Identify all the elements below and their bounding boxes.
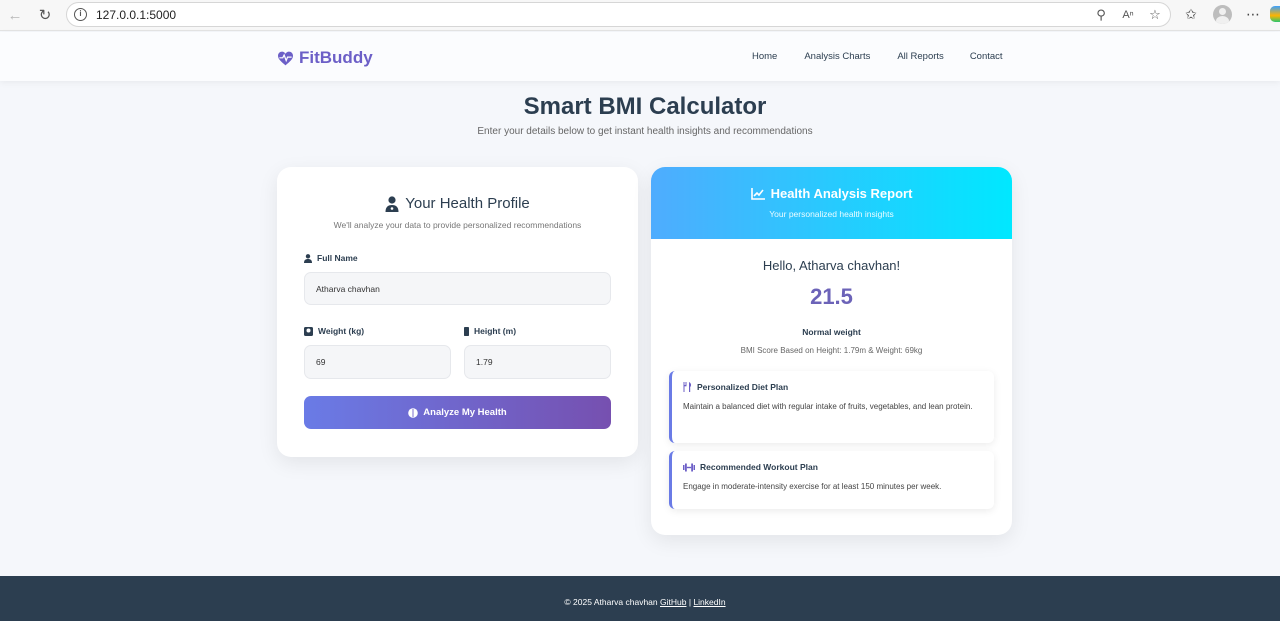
page-title: Smart BMI Calculator — [523, 93, 767, 120]
report-subtitle: Your personalized health insights — [769, 209, 894, 219]
nav-home[interactable]: Home — [752, 51, 777, 62]
more-menu-icon[interactable]: ⋯ — [1244, 5, 1262, 23]
weight-label: Weight (kg) — [304, 326, 364, 336]
heartbeat-icon — [278, 51, 293, 65]
name-label-text: Full Name — [317, 253, 358, 263]
height-label-text: Height (m) — [474, 326, 517, 336]
full-name-input[interactable]: Atharva chavhan — [304, 272, 611, 305]
weight-scale-icon — [304, 326, 313, 336]
name-label: Full Name — [304, 253, 358, 263]
user-icon — [304, 253, 312, 263]
site-info-icon[interactable]: i — [74, 8, 87, 21]
health-report-card: Health Analysis Report Your personalized… — [651, 167, 1012, 535]
page-subtitle: Enter your details below to get instant … — [477, 126, 813, 137]
dumbbell-icon — [683, 463, 695, 471]
form-subtitle: We'll analyze your data to provide perso… — [333, 220, 582, 230]
weight-input[interactable]: 69 — [304, 345, 451, 379]
utensils-icon — [683, 382, 692, 392]
footer-separator: | — [688, 597, 692, 607]
height-input[interactable]: 1.79 — [464, 345, 611, 379]
favorite-star-icon[interactable]: ☆ — [1147, 7, 1163, 23]
diet-plan-title: Personalized Diet Plan — [683, 382, 788, 392]
nav-analysis-charts[interactable]: Analysis Charts — [804, 51, 870, 62]
brand-name: FitBuddy — [299, 48, 373, 67]
line-chart-icon — [750, 187, 765, 200]
greeting: Hello, Atharva chavhan! — [762, 258, 901, 273]
health-profile-card: Your Health Profile We'll analyze your d… — [277, 167, 638, 457]
bmi-value: 21.5 — [810, 284, 853, 309]
workout-plan-title-text: Recommended Workout Plan — [700, 462, 818, 472]
footer-line: © 2025 Atharva chavhan GitHub | LinkedIn — [0, 597, 1280, 607]
brand-logo[interactable]: FitBuddy — [277, 48, 373, 68]
profile-avatar-icon[interactable] — [1213, 5, 1232, 24]
analyze-button-label: Analyze My Health — [423, 407, 507, 418]
workout-plan-text: Engage in moderate-intensity exercise fo… — [683, 482, 942, 491]
site-navbar: FitBuddy Home Analysis Charts All Report… — [0, 32, 1280, 81]
workout-plan-card: Recommended Workout Plan Engage in moder… — [669, 451, 994, 509]
workout-plan-title: Recommended Workout Plan — [683, 462, 818, 472]
nav-contact[interactable]: Contact — [970, 51, 1003, 62]
diet-plan-title-text: Personalized Diet Plan — [697, 382, 789, 392]
read-aloud-icon[interactable]: Aⁿ — [1120, 7, 1136, 23]
github-link[interactable]: GitHub — [660, 597, 686, 607]
favorites-icon[interactable]: ✩ — [1182, 5, 1200, 23]
diet-plan-card: Personalized Diet Plan Maintain a balanc… — [669, 371, 994, 443]
linkedin-link[interactable]: LinkedIn — [693, 597, 725, 607]
footer-copyright: © 2025 Atharva chavhan — [564, 597, 658, 607]
brain-icon — [408, 407, 419, 418]
reload-icon[interactable]: ↻ — [34, 5, 56, 25]
bmi-note: BMI Score Based on Height: 1.79m & Weigh… — [740, 346, 923, 355]
footer: © 2025 Atharva chavhan GitHub | LinkedIn — [0, 576, 1280, 621]
ruler-icon — [464, 326, 469, 336]
report-title-text: Health Analysis Report — [770, 186, 913, 201]
diet-plan-text: Maintain a balanced diet with regular in… — [683, 402, 973, 411]
nav-all-reports[interactable]: All Reports — [897, 51, 943, 62]
url-text[interactable]: 127.0.0.1:5000 — [96, 8, 176, 22]
form-title-text: Your Health Profile — [405, 195, 530, 212]
bmi-category: Normal weight — [802, 327, 861, 337]
user-doctor-icon — [385, 195, 399, 212]
weight-label-text: Weight (kg) — [318, 326, 365, 336]
copilot-icon[interactable] — [1270, 6, 1280, 22]
nav-links: Home Analysis Charts All Reports Contact — [752, 51, 1003, 62]
zoom-icon[interactable]: ⚲ — [1093, 7, 1109, 23]
back-arrow-icon[interactable]: ← — [4, 5, 26, 25]
report-title: Health Analysis Report — [651, 186, 1012, 201]
browser-toolbar: ← ↻ i 127.0.0.1:5000 ⚲ Aⁿ ☆ ✩ ⋯ — [0, 0, 1280, 31]
height-label: Height (m) — [464, 326, 516, 336]
address-bar[interactable]: i 127.0.0.1:5000 ⚲ Aⁿ ☆ — [66, 2, 1171, 27]
report-header: Health Analysis Report Your personalized… — [651, 167, 1012, 239]
form-title: Your Health Profile — [277, 195, 638, 212]
analyze-button[interactable]: Analyze My Health — [304, 396, 611, 429]
